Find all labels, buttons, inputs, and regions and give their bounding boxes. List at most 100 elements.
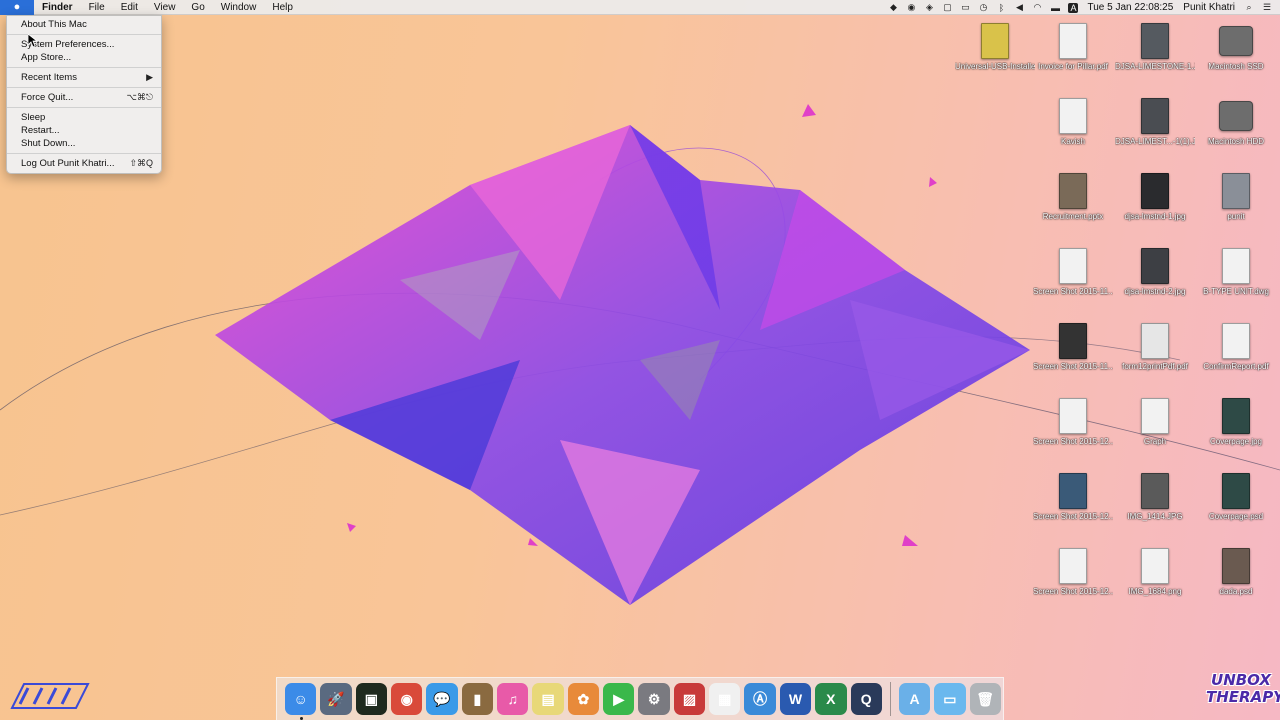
desktop-icon[interactable]: Screen Shot 2015-12...14.06 PM xyxy=(1033,472,1113,522)
desktop-icon[interactable]: Kavish xyxy=(1033,97,1113,147)
apple-menu-item-log-out-punit-khatri[interactable]: Log Out Punit Khatri... ⇧⌘Q xyxy=(7,157,161,170)
itunes-icon[interactable]: ♫ xyxy=(497,683,529,715)
menu-file[interactable]: File xyxy=(81,0,113,15)
pdf-file-icon xyxy=(1056,22,1090,60)
chrome-icon[interactable]: ◉ xyxy=(391,683,423,715)
desktop-icon-label: Recruitment.pptx xyxy=(1042,212,1104,221)
desktop-icon-label: ConfirmReport.pdf xyxy=(1203,362,1269,371)
desktop-icon[interactable]: Invoice for Pillar.pdf xyxy=(1033,22,1113,72)
word-icon[interactable]: W xyxy=(779,683,812,715)
menu-separator xyxy=(7,153,161,154)
pptx-file-icon xyxy=(1056,172,1090,210)
desktop-icon-label: IMG_1684.png xyxy=(1128,587,1182,596)
hard-drive-icon xyxy=(1219,97,1253,135)
desktop-icon[interactable]: punit xyxy=(1196,172,1276,222)
desktop-icon[interactable]: Screen Shot 2015-12...2.49 PM xyxy=(1033,397,1113,447)
desktop-icon[interactable]: dada.psd xyxy=(1196,547,1276,597)
record-icon[interactable]: ◉ xyxy=(906,2,916,13)
photo-booth-icon[interactable]: ▨ xyxy=(673,683,706,715)
quicktime-icon[interactable]: Q xyxy=(850,683,882,715)
desktop-icon-label: Universal-USB-Installer...6.9.9.exe xyxy=(955,62,1035,71)
apple-menu-item-sleep[interactable]: Sleep xyxy=(7,111,161,124)
exe-file-icon xyxy=(978,22,1012,60)
menu-item-shortcut: ⇧⌘Q xyxy=(129,158,153,168)
calculator-grid-icon[interactable]: ▦ xyxy=(709,683,741,715)
input-source-icon[interactable]: A xyxy=(1068,2,1079,13)
watermark-line-1: UNBOX xyxy=(1211,671,1271,689)
desktop-icon[interactable]: djsa-lmstnd-2.jpg xyxy=(1115,247,1195,297)
desktop-icon[interactable]: Coverpage.jpg xyxy=(1196,397,1276,447)
screenshot-icon xyxy=(1056,547,1090,585)
spotlight-icon[interactable]: ⌕ xyxy=(1244,2,1254,13)
pdf-file-icon xyxy=(1219,322,1253,360)
apple-menu-item-restart[interactable]: Restart... xyxy=(7,124,161,137)
apple-menu-item-recent-items[interactable]: Recent Items ▶ xyxy=(7,71,161,84)
photos-icon[interactable]: ✿ xyxy=(567,683,600,715)
desktop-icon[interactable]: ConfirmReport.pdf xyxy=(1196,322,1276,372)
notefile-icon[interactable]: ▮ xyxy=(461,683,494,715)
clock[interactable]: Tue 5 Jan 22:08:25 xyxy=(1082,2,1178,13)
app-icon[interactable]: ◆ xyxy=(888,2,898,13)
time-machine-icon[interactable]: ◷ xyxy=(978,2,988,13)
apple-menu-button[interactable]: ● xyxy=(0,0,34,15)
system-preferences-icon[interactable]: ⚙ xyxy=(638,683,670,715)
applications-folder-icon[interactable]: A xyxy=(898,683,931,715)
menu-go[interactable]: Go xyxy=(183,0,212,15)
desktop-icon[interactable]: Screen Shot 2015-11...08.25 PM xyxy=(1033,247,1113,297)
desktop-icon[interactable]: djsa-lmstnd-1.jpg xyxy=(1115,172,1195,222)
desktop-icon[interactable]: B-TYPE UNIT.dwg xyxy=(1196,247,1276,297)
wifi-icon[interactable]: ◠ xyxy=(1032,2,1042,13)
notes-icon[interactable]: ▤ xyxy=(532,683,564,715)
user-folder-icon xyxy=(1219,172,1253,210)
desktop-icon-label: dada.psd xyxy=(1219,587,1253,596)
desktop-icon[interactable]: Universal-USB-Installer...6.9.9.exe xyxy=(955,22,1035,72)
desktop-icon[interactable]: DJSA-LIMEST...-1(1).JPG xyxy=(1115,97,1195,147)
desktop-icon-label: Graph xyxy=(1143,437,1167,446)
notification-center-icon[interactable]: ☰ xyxy=(1262,2,1272,13)
screen-icon[interactable]: ▢ xyxy=(942,2,952,13)
desktop-icon[interactable]: Graph xyxy=(1115,397,1195,447)
desktop-icon[interactable]: Screen Shot 2015-12...3.23 PM xyxy=(1033,547,1113,597)
app-store-icon[interactable]: Ⓐ xyxy=(744,683,776,715)
menu-window[interactable]: Window xyxy=(213,0,265,15)
desktop-icon[interactable]: Coverpage.psd xyxy=(1196,472,1276,522)
menu-view[interactable]: View xyxy=(146,0,184,15)
messages-icon[interactable]: 💬 xyxy=(426,683,458,715)
menu-edit[interactable]: Edit xyxy=(113,0,146,15)
finder-icon[interactable]: ☺ xyxy=(285,683,317,720)
volume-icon[interactable]: ◀ xyxy=(1014,2,1024,13)
apple-menu-item-about-this-mac[interactable]: About This Mac xyxy=(7,18,161,31)
apple-menu-item-shut-down[interactable]: Shut Down... xyxy=(7,137,161,150)
desktop-icon[interactable]: Screen Shot 2015-11...37.49 AM xyxy=(1033,322,1113,372)
desktop-icon-label: djsa-lmstnd-1.jpg xyxy=(1124,212,1186,221)
desktop-icon[interactable]: Macintosh SSD xyxy=(1196,22,1276,72)
bluetooth-icon[interactable]: ᛒ xyxy=(996,3,1006,13)
menu-finder[interactable]: Finder xyxy=(34,0,81,15)
desktop-icon[interactable]: Macintosh HDD xyxy=(1196,97,1276,147)
menu-item-label: Sleep xyxy=(21,112,46,123)
apple-menu-item-force-quit[interactable]: Force Quit... ⌥⌘⎋ xyxy=(7,91,161,104)
desktop-icon[interactable]: IMG_1414.JPG xyxy=(1115,472,1195,522)
menu-item-shortcut: ⌥⌘⎋ xyxy=(126,92,154,102)
dropbox-icon[interactable]: ◈ xyxy=(924,2,934,13)
user-name[interactable]: Punit Khatri xyxy=(1178,2,1240,13)
airplay-icon[interactable]: ▭ xyxy=(960,2,970,13)
desktop-icon[interactable]: DJSA-LIMESTONE-1.JPG xyxy=(1115,22,1195,72)
menu-help[interactable]: Help xyxy=(264,0,301,15)
launchpad-icon[interactable]: 🚀 xyxy=(320,683,352,715)
trash-icon[interactable]: 🗑 xyxy=(969,683,1001,715)
desktop-icon-label: Screen Shot 2015-11...08.25 PM xyxy=(1033,287,1113,296)
image-file-icon xyxy=(1138,247,1172,285)
desktop-icon-label: B-TYPE UNIT.dwg xyxy=(1203,287,1269,296)
facetime-icon[interactable]: ▶ xyxy=(603,683,635,715)
desktop-icon[interactable]: Recruitment.pptx xyxy=(1033,172,1113,222)
battery-icon[interactable]: ▬ xyxy=(1050,3,1060,13)
apple-menu-item-app-store[interactable]: App Store... xyxy=(7,51,161,64)
terminal-icon[interactable]: ▣ xyxy=(355,683,388,715)
desktop-icon[interactable]: form12printPdf.pdf xyxy=(1115,322,1195,372)
documents-folder-icon[interactable]: ▭ xyxy=(934,683,966,715)
excel-icon[interactable]: X xyxy=(815,683,847,715)
desktop-icon[interactable]: IMG_1684.png xyxy=(1115,547,1195,597)
menu-item-label: Log Out Punit Khatri... xyxy=(21,158,115,169)
dwg-file-icon xyxy=(1219,247,1253,285)
